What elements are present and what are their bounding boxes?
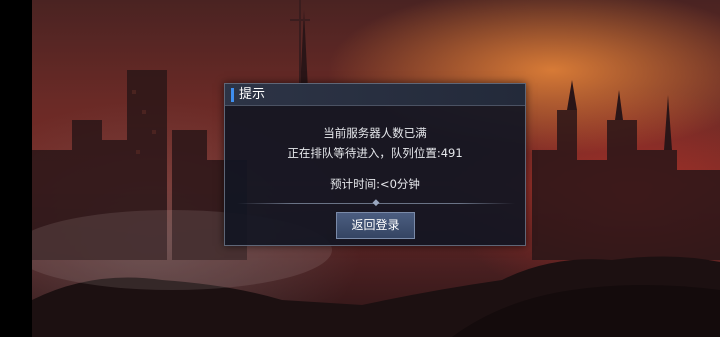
dialog-title: 提示: [239, 87, 266, 102]
estimated-time-text: 预计时间:<0分钟: [330, 177, 420, 191]
queue-position-text: 正在排队等待进入，队列位置:491: [287, 146, 463, 160]
game-screen: 提示 当前服务器人数已满 正在排队等待进入，队列位置:491 预计时间:<0分钟…: [0, 0, 720, 337]
server-full-text: 当前服务器人数已满: [323, 126, 427, 140]
dialog-header: 提示: [225, 84, 525, 106]
diamond-ornament-icon: ◆: [372, 198, 380, 208]
queue-dialog: 提示 当前服务器人数已满 正在排队等待进入，队列位置:491 预计时间:<0分钟…: [224, 83, 526, 246]
back-to-login-button[interactable]: 返回登录: [336, 212, 415, 239]
title-accent-bar: [231, 88, 234, 102]
